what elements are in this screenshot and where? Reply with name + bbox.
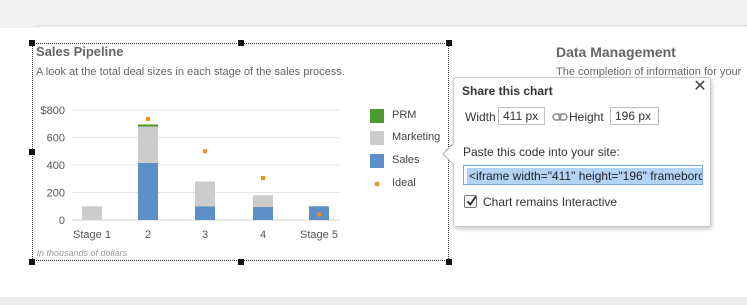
close-icon[interactable]: ✕ xyxy=(692,79,708,95)
width-label: Width xyxy=(465,110,496,124)
x-tick-label: 4 xyxy=(260,229,266,241)
x-tick-label: Stage 5 xyxy=(300,229,338,241)
legend-label-sales: Sales xyxy=(392,154,420,166)
ideal-marker-4 xyxy=(261,176,265,181)
bar-prm-2 xyxy=(138,124,158,127)
bar-marketing-3 xyxy=(195,181,215,207)
embed-code-text: <iframe width="411" height="196" framebo… xyxy=(467,168,702,184)
legend-swatch-sales xyxy=(370,154,384,168)
paste-code-label: Paste this code into your site: xyxy=(463,145,620,159)
interactive-checkbox[interactable] xyxy=(464,195,477,208)
chain-link-icon[interactable] xyxy=(552,111,568,123)
legend-swatch-prm xyxy=(370,109,384,123)
embed-code-field[interactable]: <iframe width="411" height="196" framebo… xyxy=(463,165,703,185)
height-label: Height xyxy=(569,110,604,124)
legend-swatch-marketing xyxy=(370,131,384,145)
bar-marketing-2 xyxy=(138,126,158,163)
y-tick-label: 400 xyxy=(47,160,65,172)
y-tick-label: $800 xyxy=(41,105,65,117)
share-chart-popover: Share this chart ✕ Width 411 px Height 1… xyxy=(453,77,711,227)
ideal-marker-3 xyxy=(203,149,207,154)
y-tick-label: 0 xyxy=(59,215,65,227)
x-tick-label: Stage 1 xyxy=(73,229,111,241)
legend-label-prm: PRM xyxy=(392,109,417,121)
share-popover-pointer-fill xyxy=(444,144,454,164)
legend-label-marketing: Marketing xyxy=(392,131,441,143)
ideal-marker-5 xyxy=(317,212,321,217)
width-input[interactable]: 411 px xyxy=(498,107,545,125)
share-popover-title: Share this chart xyxy=(462,84,553,98)
x-tick-label: 2 xyxy=(145,229,151,241)
bar-sales-4 xyxy=(253,206,273,220)
x-tick-label: 3 xyxy=(202,229,208,241)
legend-label-ideal: Ideal xyxy=(392,177,416,189)
height-input[interactable]: 196 px xyxy=(610,107,659,125)
bar-marketing-4 xyxy=(253,195,273,207)
data-management-title: Data Management xyxy=(556,44,676,60)
y-tick-label: 600 xyxy=(47,133,65,145)
bar-marketing-1 xyxy=(82,206,102,220)
bar-sales-3 xyxy=(195,206,215,220)
ideal-marker-2 xyxy=(146,116,150,121)
legend-marker-ideal xyxy=(375,182,379,186)
y-tick-label: 200 xyxy=(47,188,65,200)
bar-sales-2 xyxy=(138,162,158,220)
checkmark-icon xyxy=(466,195,477,206)
interactive-checkbox-label: Chart remains Interactive xyxy=(483,195,618,209)
